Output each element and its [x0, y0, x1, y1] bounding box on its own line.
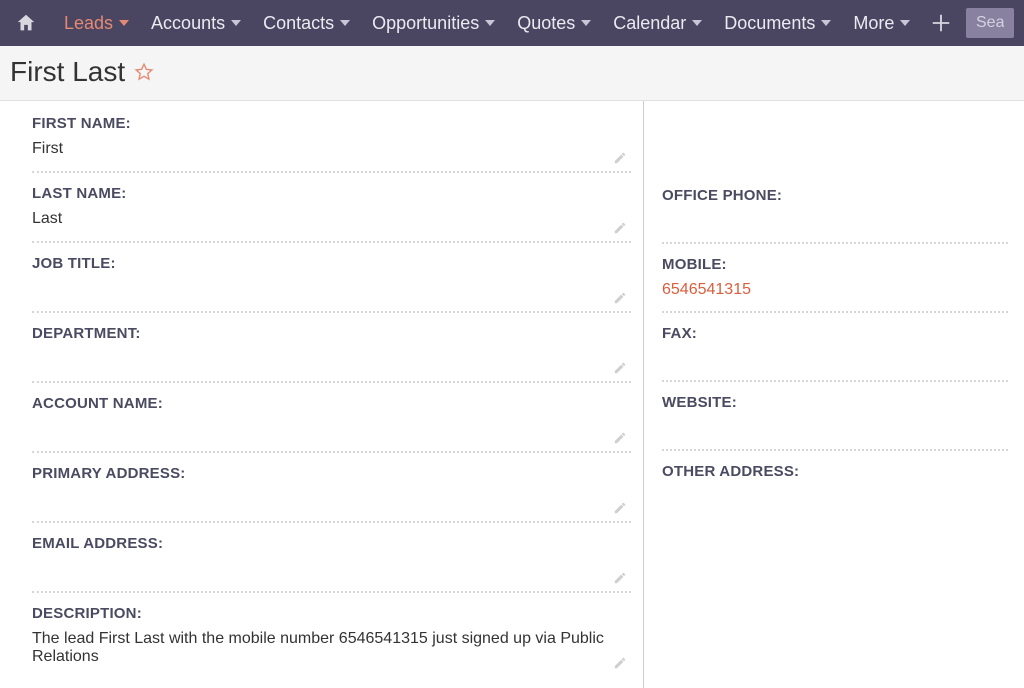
pencil-icon[interactable] — [613, 151, 627, 165]
field-label: FAX: — [662, 325, 1008, 342]
pencil-icon[interactable] — [613, 501, 627, 515]
nav-label: Opportunities — [372, 13, 479, 34]
nav-label: Documents — [724, 13, 815, 34]
page-header: First Last — [0, 46, 1024, 101]
nav-item-documents[interactable]: Documents — [724, 13, 831, 34]
field-value: The lead First Last with the mobile numb… — [32, 630, 631, 666]
pencil-icon[interactable] — [613, 361, 627, 375]
nav-label: Calendar — [613, 13, 686, 34]
nav-label: Contacts — [263, 13, 334, 34]
nav-item-more[interactable]: More — [853, 13, 910, 34]
pencil-icon[interactable] — [613, 431, 627, 445]
chevron-down-icon — [581, 20, 591, 26]
field-label: OTHER ADDRESS: — [662, 463, 1008, 480]
field-value: First — [32, 140, 631, 160]
field-value: Last — [32, 210, 631, 230]
nav-right — [930, 8, 1014, 38]
home-icon[interactable] — [14, 11, 38, 35]
field-label: DESCRIPTION: — [32, 605, 631, 622]
nav-items: Leads Accounts Contacts Opportunities Qu… — [64, 13, 930, 34]
field-website: WEBSITE: — [662, 394, 1008, 451]
favorite-star-icon[interactable] — [133, 61, 155, 83]
field-value — [32, 280, 631, 300]
field-label: ACCOUNT NAME: — [32, 395, 631, 412]
field-department: DEPARTMENT: — [32, 325, 631, 383]
field-label: JOB TITLE: — [32, 255, 631, 272]
field-label: PRIMARY ADDRESS: — [32, 465, 631, 482]
nav-label: More — [853, 13, 894, 34]
nav-label: Accounts — [151, 13, 225, 34]
pencil-icon[interactable] — [613, 291, 627, 305]
chevron-down-icon — [340, 20, 350, 26]
field-last-name: LAST NAME: Last — [32, 185, 631, 243]
nav-item-contacts[interactable]: Contacts — [263, 13, 350, 34]
field-account-name: ACCOUNT NAME: — [32, 395, 631, 453]
field-value — [662, 212, 1008, 232]
chevron-down-icon — [485, 20, 495, 26]
search-input[interactable] — [966, 8, 1014, 38]
nav-item-calendar[interactable]: Calendar — [613, 13, 702, 34]
field-value — [662, 419, 1008, 439]
field-value — [32, 560, 631, 580]
nav-label: Quotes — [517, 13, 575, 34]
field-job-title: JOB TITLE: — [32, 255, 631, 313]
field-label: EMAIL ADDRESS: — [32, 535, 631, 552]
field-value — [32, 420, 631, 440]
pencil-icon[interactable] — [613, 571, 627, 585]
chevron-down-icon — [119, 20, 129, 26]
field-office-phone: OFFICE PHONE: — [662, 187, 1008, 244]
detail-column-left: FIRST NAME: First LAST NAME: Last JOB TI… — [4, 101, 644, 688]
field-label: WEBSITE: — [662, 394, 1008, 411]
field-primary-address: PRIMARY ADDRESS: — [32, 465, 631, 523]
field-email-address: EMAIL ADDRESS: — [32, 535, 631, 593]
top-navbar: Leads Accounts Contacts Opportunities Qu… — [0, 0, 1024, 46]
field-label: DEPARTMENT: — [32, 325, 631, 342]
nav-item-quotes[interactable]: Quotes — [517, 13, 591, 34]
field-value[interactable]: 6546541315 — [662, 281, 1008, 301]
field-value — [662, 488, 1008, 508]
field-label: MOBILE: — [662, 256, 1008, 273]
field-first-name: FIRST NAME: First — [32, 115, 631, 173]
nav-item-accounts[interactable]: Accounts — [151, 13, 241, 34]
page-title: First Last — [10, 56, 125, 88]
field-label: OFFICE PHONE: — [662, 187, 1008, 204]
field-other-address: OTHER ADDRESS: — [662, 463, 1008, 518]
field-label: FIRST NAME: — [32, 115, 631, 132]
pencil-icon[interactable] — [613, 221, 627, 235]
plus-icon[interactable] — [930, 12, 952, 34]
nav-label: Leads — [64, 13, 113, 34]
detail-area: FIRST NAME: First LAST NAME: Last JOB TI… — [0, 101, 1024, 688]
field-label: LAST NAME: — [32, 185, 631, 202]
field-fax: FAX: — [662, 325, 1008, 382]
nav-item-opportunities[interactable]: Opportunities — [372, 13, 495, 34]
chevron-down-icon — [231, 20, 241, 26]
field-value — [32, 490, 631, 510]
chevron-down-icon — [900, 20, 910, 26]
nav-item-leads[interactable]: Leads — [64, 13, 129, 34]
field-value — [32, 350, 631, 370]
chevron-down-icon — [821, 20, 831, 26]
field-description: DESCRIPTION: The lead First Last with th… — [32, 605, 631, 676]
field-mobile: MOBILE: 6546541315 — [662, 256, 1008, 313]
chevron-down-icon — [692, 20, 702, 26]
detail-column-right: OFFICE PHONE: MOBILE: 6546541315 FAX: WE… — [644, 101, 1020, 688]
field-value — [662, 350, 1008, 370]
